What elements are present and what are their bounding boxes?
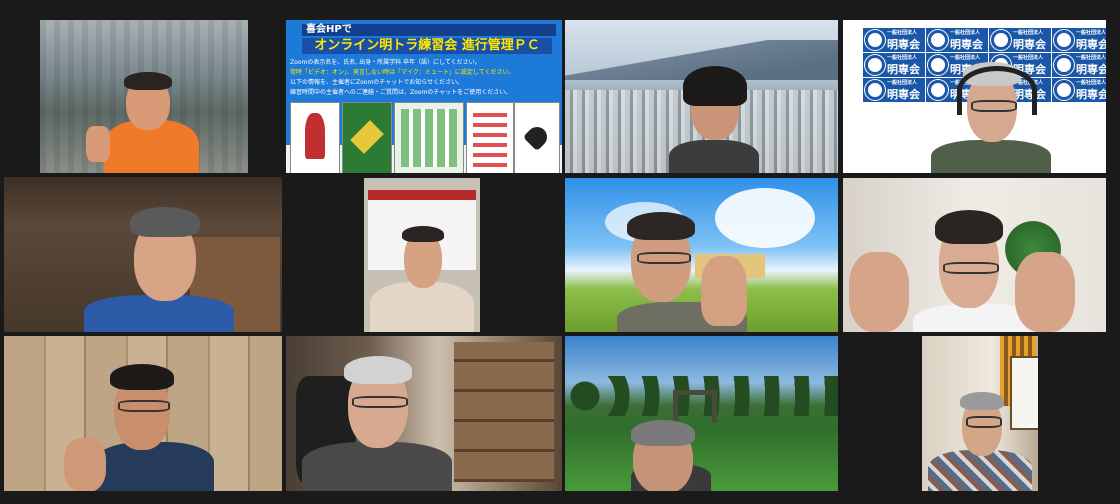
video-tile-12[interactable] xyxy=(922,336,1038,491)
waving-hand xyxy=(64,438,106,491)
video-tile-9[interactable] xyxy=(4,336,282,491)
video-tile-11[interactable] xyxy=(565,336,838,491)
video-tile-1[interactable] xyxy=(40,20,248,173)
glasses xyxy=(966,416,1002,428)
cloud xyxy=(715,188,815,248)
backdrop-sign: 一般社団法人明専会 xyxy=(863,28,925,52)
org-logo-icon xyxy=(991,30,1011,50)
glasses xyxy=(118,400,170,412)
glasses xyxy=(971,100,1017,112)
video-tile-7[interactable] xyxy=(565,178,838,332)
backdrop-sign: 一般社団法人明専会 xyxy=(1052,53,1106,77)
glasses xyxy=(943,262,999,274)
org-logo-icon xyxy=(865,30,885,50)
backdrop-sign: 一般社団法人明専会 xyxy=(926,28,988,52)
video-tile-3[interactable] xyxy=(565,20,838,173)
waving-hand xyxy=(701,256,747,326)
org-logo-icon xyxy=(865,55,885,75)
participant-body xyxy=(928,450,1032,491)
backdrop-sign: 一般社団法人明専会 xyxy=(863,78,925,102)
participant-hair xyxy=(631,420,695,446)
card-hand-diagram xyxy=(466,102,514,173)
video-tile-8[interactable] xyxy=(843,178,1106,332)
org-logo-icon xyxy=(1054,55,1074,75)
org-logo-icon xyxy=(1054,80,1074,100)
window xyxy=(1010,356,1038,430)
right-hand xyxy=(1015,252,1075,332)
stone-arch xyxy=(673,390,717,423)
backdrop-sign: 一般社団法人明専会 xyxy=(1052,28,1106,52)
backdrop-sign: 一般社団法人明専会 xyxy=(989,28,1051,52)
participant-hair xyxy=(935,210,1003,244)
org-logo-icon xyxy=(928,30,948,50)
playing-card-ace-spades xyxy=(514,102,560,173)
org-logo-icon xyxy=(928,80,948,100)
bookshelf xyxy=(454,342,554,482)
participant-hair xyxy=(124,72,172,90)
slide-line-3: 以下の情報を、主催者にZoomのチャットでお知らせください。 xyxy=(290,79,464,86)
playing-card-queen xyxy=(290,102,340,173)
org-logo-icon xyxy=(865,80,885,100)
backdrop-sign: 一般社団法人明専会 xyxy=(863,53,925,77)
org-logo-icon xyxy=(928,55,948,75)
participant-hair xyxy=(344,356,412,384)
video-tile-6[interactable] xyxy=(364,178,480,332)
left-hand xyxy=(849,252,909,332)
glasses xyxy=(637,252,691,264)
participant-body xyxy=(370,282,474,332)
thumbs-up-hand xyxy=(86,126,110,162)
participant-hair xyxy=(402,226,444,242)
slide-header: 喜会HPで xyxy=(302,24,556,36)
participant-body xyxy=(94,442,214,491)
participant-hair xyxy=(130,207,200,237)
participant-hair xyxy=(110,364,174,390)
org-logo-icon xyxy=(1054,30,1074,50)
card-layout-diagram xyxy=(394,102,464,173)
slide-line-1: Zoomの表示名を、氏名, 出身・所属学科 卒年（語）にしてください。 xyxy=(290,59,481,66)
video-tile-10[interactable] xyxy=(286,336,562,491)
video-tile-5-active-speaker[interactable] xyxy=(4,177,282,332)
participant-body xyxy=(302,442,452,491)
slide-title: オンライン明トラ練習会 進行管理ＰＣ xyxy=(302,38,552,54)
backdrop-sign: 一般社団法人明専会 xyxy=(1052,78,1106,102)
slide-line-2: 常時「ビデオ：オン」、発言しない時は「マイク：ミュート」に設定してください。 xyxy=(290,69,515,76)
video-tile-4[interactable]: 一般社団法人 明専会 一般社団法人 明専会 一般社団法人 明専会 一般社団法人 明専会 … xyxy=(843,20,1106,173)
card-back-green xyxy=(342,102,392,173)
video-tile-2-shared-slide[interactable]: 喜会HPで オンライン明トラ練習会 進行管理ＰＣ Zoomの表示名を、氏名, 出… xyxy=(286,20,562,173)
participant-hair xyxy=(683,66,747,106)
slide-line-4: 練習時間中の主催者へのご連絡・ご質問は、Zoomのチャットをご使用ください。 xyxy=(290,89,512,96)
participant-body xyxy=(669,140,759,173)
participant-hair xyxy=(960,392,1004,410)
participant-hair xyxy=(627,212,695,240)
glasses xyxy=(352,396,408,408)
participant-body xyxy=(931,140,1051,173)
